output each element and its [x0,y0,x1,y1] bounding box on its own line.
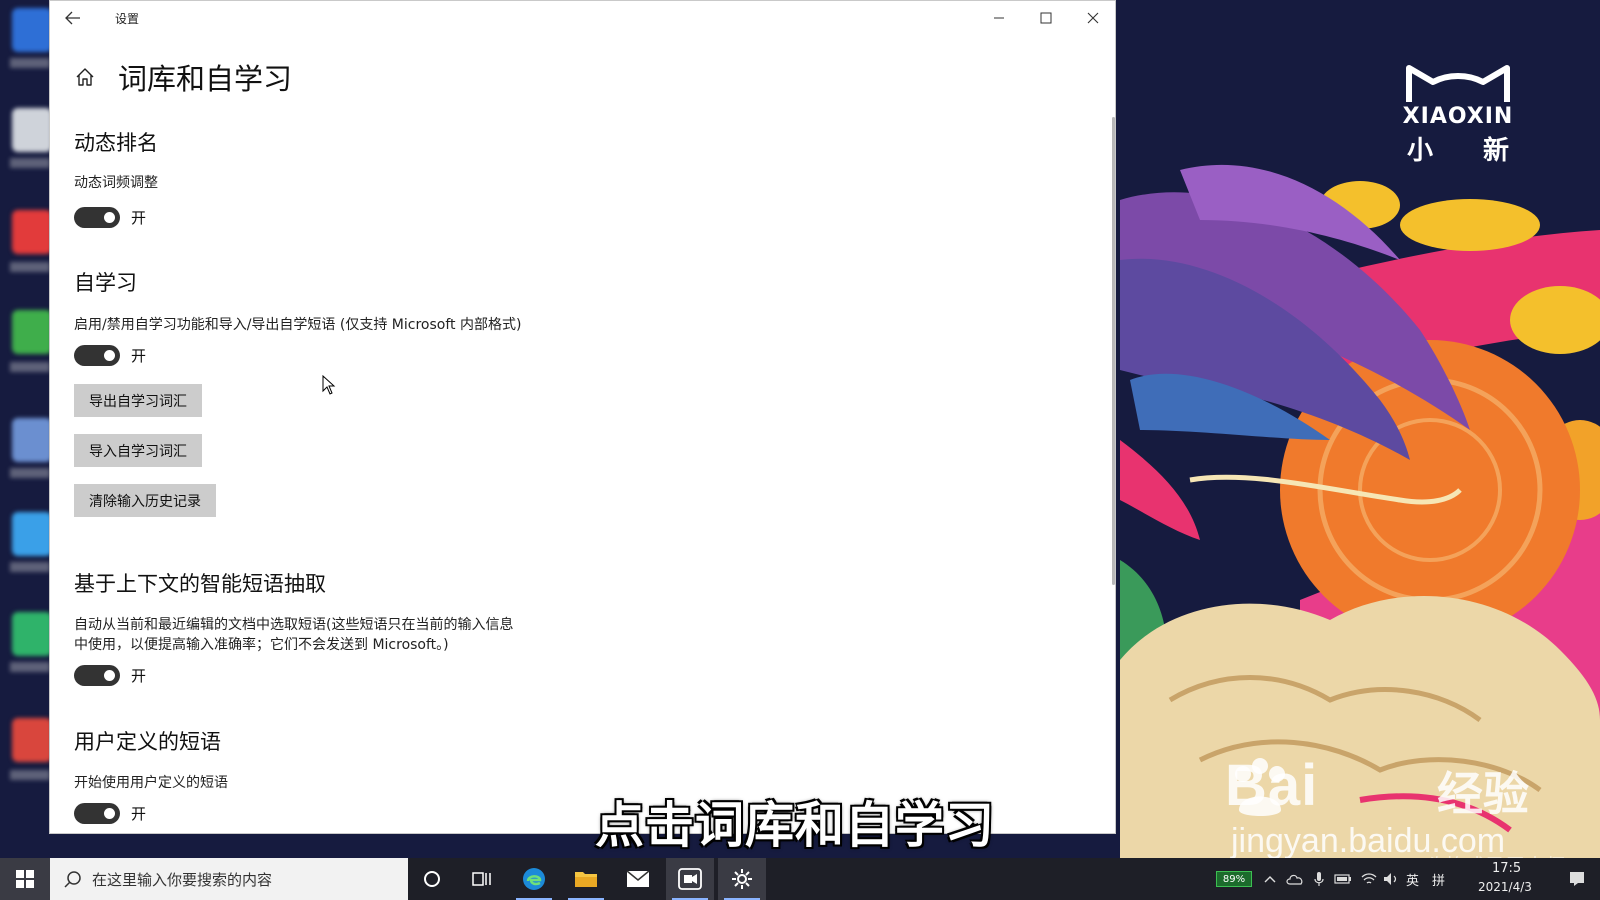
desktop-icon[interactable] [12,210,52,254]
cortana-button[interactable] [408,858,456,900]
maximize-icon [1040,12,1051,24]
desktop-icon[interactable] [12,418,52,462]
settings-gear-icon [732,869,752,889]
search-icon [64,870,82,888]
screen-recorder-icon [678,868,702,890]
section-title-context-phrase: 基于上下文的智能短语抽取 [74,572,326,596]
ime-mode-indicator[interactable]: 拼 [1432,870,1445,889]
desktop-icon-label [10,158,50,168]
desktop-icon[interactable] [12,310,52,354]
page-header: 词库和自学习 [72,57,292,97]
self-learning-toggle-state: 开 [131,347,147,365]
brand-latin-text: XIAOXIN [1402,104,1514,129]
desktop-icon[interactable] [12,108,52,152]
clock-time[interactable]: 17:5 [1492,861,1521,876]
task-view-icon [472,872,491,886]
minimize-button[interactable] [975,1,1022,35]
desktop-icon-label [10,262,50,272]
home-button[interactable] [72,64,98,90]
page-title: 词库和自学习 [118,62,293,96]
dynamic-frequency-toggle[interactable] [74,207,120,228]
export-self-learning-button[interactable]: 导出自学习词汇 [74,384,202,417]
desktop-icon-label [10,58,50,68]
task-view-button[interactable] [458,858,506,900]
section-title-user-phrase: 用户定义的短语 [74,730,221,754]
mail-button[interactable] [614,858,662,900]
ime-language-indicator[interactable]: 英 [1406,870,1419,889]
minimize-icon [993,17,1004,19]
setting-label-user-phrase: 开始使用用户定义的短语 [74,775,228,791]
back-arrow-icon [65,11,80,25]
desktop-icon-label [10,562,50,572]
desktop-icon[interactable] [12,8,52,52]
import-self-learning-button[interactable]: 导入自学习词汇 [74,434,202,467]
context-description-line1: 自动从当前和最近编辑的文档中选取短语(这些短语只在当前的输入信息 [74,617,514,633]
battery-icon[interactable] [1334,870,1352,888]
close-button[interactable] [1069,1,1115,35]
section-title-dynamic-ranking: 动态排名 [74,131,158,155]
desktop-icon-label [10,468,50,478]
setting-label-self-learning: 启用/禁用自学习功能和导入/导出自学短语 (仅支持 Microsoft 内部格式… [74,317,522,333]
brand-cjk-text: 小 新 [1393,130,1523,167]
section-title-self-learning: 自学习 [74,271,137,295]
maximize-button[interactable] [1022,1,1069,35]
window-title: 设置 [115,12,140,26]
desktop-icon-label [10,770,50,780]
title-bar[interactable]: 设置 [50,1,1115,35]
onedrive-icon[interactable] [1286,870,1304,888]
battery-percent-badge[interactable]: 89% [1216,871,1252,887]
setting-label-dynamic-frequency: 动态词频调整 [74,175,158,191]
volume-icon[interactable] [1382,870,1400,888]
desktop-icon[interactable] [12,612,52,656]
context-phrase-toggle-state: 开 [131,667,147,685]
vertical-scrollbar[interactable] [1112,117,1115,585]
notification-center-icon[interactable] [1568,870,1586,888]
cat-ears-logo-icon [1406,65,1510,102]
taskbar-search-box[interactable]: 在这里输入你要搜索的内容 [50,858,408,900]
baidu-paw-icon [1235,758,1285,816]
desktop-icon[interactable] [12,718,52,762]
microphone-icon[interactable] [1310,870,1328,888]
settings-window: 设置 词库和自学习 动态排名 动态词频调整 开 自学习 启用/禁用自学习功能和导… [49,0,1116,834]
context-description-line2: 中使用，以便提高输入准确率；它们不会发送到 Microsoft。) [74,637,449,653]
brand-cjk-char: 新 [1482,136,1509,166]
cortana-icon [424,871,440,887]
desktop-icon[interactable] [12,512,52,556]
wifi-icon[interactable] [1360,870,1378,888]
desktop-icon-label [10,362,50,372]
video-subtitle: 点击词库和自学习 [595,797,996,854]
settings-taskbar-button[interactable] [718,858,766,900]
show-hidden-icons-icon[interactable] [1261,870,1279,888]
context-phrase-toggle[interactable] [74,665,120,686]
user-phrase-toggle-state: 开 [131,805,147,823]
clock-date[interactable]: 2021/4/3 [1478,880,1532,894]
start-button[interactable] [0,858,50,900]
self-learning-toggle[interactable] [74,345,120,366]
clear-input-history-button[interactable]: 清除输入历史记录 [74,484,216,517]
dynamic-frequency-toggle-state: 开 [131,209,147,227]
desktop-icons [8,0,52,860]
user-phrase-toggle[interactable] [74,803,120,824]
system-tray: 89% 英 拼 17:5 2021/4/3 [1216,858,1600,900]
baidu-watermark: Bai 经验 jingyan.baidu.com [1225,752,1529,860]
home-icon [76,68,94,86]
mouse-cursor-icon [322,375,336,395]
taskbar: 在这里输入你要搜索的内容 89% 英 拼 17:5 2021/4/3 [0,858,1600,900]
file-explorer-icon [575,872,597,887]
search-placeholder: 在这里输入你要搜索的内容 [92,870,273,889]
brand-cjk-char: 小 [1407,136,1434,166]
edge-icon [523,868,545,890]
xiaoxin-logo: XIAOXIN 小 新 [1393,62,1523,166]
desktop-icon-label [10,662,50,672]
windows-logo-icon [16,870,34,888]
edge-button[interactable] [510,858,558,900]
screen-recorder-button[interactable] [666,858,714,900]
back-button[interactable] [58,3,88,33]
mail-icon [626,870,650,887]
file-explorer-button[interactable] [562,858,610,900]
close-icon [1087,12,1098,24]
watermark-cjk: 经验 [1437,767,1529,821]
